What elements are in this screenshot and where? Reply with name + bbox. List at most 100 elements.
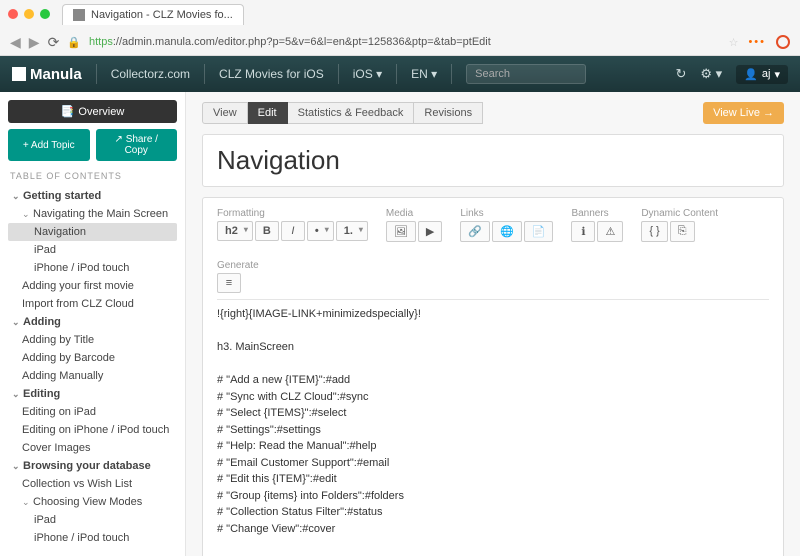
- page-title[interactable]: Navigation: [217, 145, 769, 176]
- tree-item-label: Adding Manually: [22, 370, 103, 382]
- tree-item-label: iPhone / iPod touch: [34, 262, 129, 274]
- tab-revisions[interactable]: Revisions: [414, 102, 483, 124]
- tab-bar: Navigation - CLZ Movies fo...: [0, 0, 800, 28]
- tree-item-label: Getting started: [23, 190, 101, 202]
- tree-item[interactable]: Editing on iPhone / iPod touch: [8, 421, 177, 439]
- opera-icon[interactable]: [776, 35, 790, 49]
- tree-item[interactable]: Editing on iPad: [8, 403, 177, 421]
- numbered-select[interactable]: 1.: [336, 221, 368, 241]
- snippet-button[interactable]: ⎘: [670, 221, 695, 242]
- chevron-down-icon: ⌄: [12, 461, 20, 472]
- tab-stats[interactable]: Statistics & Feedback: [288, 102, 415, 124]
- tree-item-label: iPad: [34, 244, 56, 256]
- user-menu[interactable]: 👤 aj ▾: [736, 65, 788, 84]
- editor-panel: Formatting h2 B I • 1. Media 🖼 ▶: [202, 197, 784, 556]
- heading-select[interactable]: h2: [217, 221, 253, 241]
- bold-button[interactable]: B: [255, 221, 279, 241]
- close-button[interactable]: [8, 9, 18, 19]
- chevron-down-icon: ⌄: [22, 497, 30, 508]
- chevron-down-icon: ⌄: [12, 317, 20, 328]
- link-button[interactable]: 🔗: [460, 221, 490, 242]
- lang-select[interactable]: EN ▾: [411, 67, 437, 81]
- warning-banner-button[interactable]: ⚠: [597, 221, 623, 242]
- topic-tree: ⌄Getting started⌄Navigating the Main Scr…: [8, 187, 177, 547]
- tree-item[interactable]: Adding by Title: [8, 331, 177, 349]
- tab-title: Navigation - CLZ Movies fo...: [91, 9, 233, 21]
- tree-item[interactable]: Adding your first movie: [8, 277, 177, 295]
- editor-toolbar: Formatting h2 B I • 1. Media 🖼 ▶: [217, 208, 769, 300]
- reload-button[interactable]: ⟳: [48, 34, 60, 51]
- back-button[interactable]: ◀: [10, 34, 21, 51]
- forward-button[interactable]: ▶: [29, 34, 40, 51]
- image-button[interactable]: 🖼: [386, 221, 416, 242]
- refresh-icon[interactable]: ↻: [676, 66, 687, 82]
- browser-chrome: Navigation - CLZ Movies fo... ◀ ▶ ⟳ 🔒 ht…: [0, 0, 800, 56]
- tree-item-label: Editing on iPhone / iPod touch: [22, 424, 169, 436]
- gear-icon[interactable]: ⚙ ▾: [700, 66, 722, 82]
- tree-item-label: Navigating the Main Screen: [33, 208, 168, 220]
- tree-item[interactable]: Adding Manually: [8, 367, 177, 385]
- tree-item[interactable]: ⌄Getting started: [8, 187, 177, 205]
- tree-item-label: Browsing your database: [23, 460, 151, 472]
- account-link[interactable]: Collectorz.com: [111, 67, 190, 81]
- overview-button[interactable]: 📑 Overview: [8, 100, 177, 123]
- book-icon: [12, 67, 26, 81]
- bullet-select[interactable]: •: [307, 221, 334, 241]
- tree-item-label: Choosing View Modes: [33, 496, 142, 508]
- video-button[interactable]: ▶: [418, 221, 442, 242]
- tree-item[interactable]: Collection vs Wish List: [8, 475, 177, 493]
- tree-item[interactable]: Navigation: [8, 223, 177, 241]
- toc-label: TABLE OF CONTENTS: [10, 171, 175, 181]
- tree-item[interactable]: ⌄Adding: [8, 313, 177, 331]
- tree-item-label: Navigation: [34, 226, 86, 238]
- app-header: Manula Collectorz.com CLZ Movies for iOS…: [0, 56, 800, 92]
- share-copy-button[interactable]: ↗ Share / Copy: [96, 129, 178, 161]
- tree-item[interactable]: Adding by Barcode: [8, 349, 177, 367]
- search-input[interactable]: Search: [466, 64, 586, 84]
- title-panel: Navigation: [202, 134, 784, 187]
- tree-item-label: Cover Images: [22, 442, 90, 454]
- tree-item-label: Adding by Barcode: [22, 352, 115, 364]
- lock-icon: 🔒: [67, 36, 81, 49]
- platform-select[interactable]: iOS ▾: [353, 67, 382, 81]
- tree-item[interactable]: ⌄Choosing View Modes: [8, 493, 177, 511]
- tree-item[interactable]: iPhone / iPod touch: [8, 529, 177, 547]
- tree-item[interactable]: iPad: [8, 241, 177, 259]
- code-button[interactable]: { }: [641, 221, 667, 242]
- tree-item-label: Adding: [23, 316, 61, 328]
- url-field[interactable]: https://admin.manula.com/editor.php?p=5&…: [89, 36, 721, 48]
- tree-item[interactable]: iPad: [8, 511, 177, 529]
- url-bar: ◀ ▶ ⟳ 🔒 https://admin.manula.com/editor.…: [0, 28, 800, 56]
- tree-item-label: Collection vs Wish List: [22, 478, 132, 490]
- sidebar: 📑 Overview + Add Topic ↗ Share / Copy TA…: [0, 92, 186, 556]
- menu-icon[interactable]: •••: [748, 36, 766, 48]
- product-link[interactable]: CLZ Movies for iOS: [219, 67, 324, 81]
- tree-item[interactable]: ⌄Browsing your database: [8, 457, 177, 475]
- italic-button[interactable]: I: [281, 221, 305, 241]
- browser-tab[interactable]: Navigation - CLZ Movies fo...: [62, 4, 244, 25]
- main-content: View Edit Statistics & Feedback Revision…: [186, 92, 800, 556]
- generate-button[interactable]: ≡: [217, 273, 241, 293]
- tree-item-label: iPad: [34, 514, 56, 526]
- tree-item[interactable]: ⌄Editing: [8, 385, 177, 403]
- tree-item-label: Adding by Title: [22, 334, 94, 346]
- tree-item[interactable]: Import from CLZ Cloud: [8, 295, 177, 313]
- chevron-down-icon: ⌄: [12, 389, 20, 400]
- minimize-button[interactable]: [24, 9, 34, 19]
- bookmark-icon[interactable]: ☆: [729, 36, 739, 49]
- tree-item[interactable]: Cover Images: [8, 439, 177, 457]
- view-live-button[interactable]: View Live →: [703, 102, 784, 124]
- info-banner-button[interactable]: ℹ: [571, 221, 595, 242]
- maximize-button[interactable]: [40, 9, 50, 19]
- window-controls: [8, 9, 50, 19]
- editor-textarea[interactable]: !{right}{IMAGE-LINK+minimizedspecially}!…: [217, 306, 769, 556]
- tree-item[interactable]: ⌄Navigating the Main Screen: [8, 205, 177, 223]
- tab-edit[interactable]: Edit: [248, 102, 288, 124]
- logo[interactable]: Manula: [12, 66, 82, 83]
- file-button[interactable]: 📄: [524, 221, 554, 242]
- globe-button[interactable]: 🌐: [492, 221, 522, 242]
- tab-view[interactable]: View: [202, 102, 248, 124]
- add-topic-button[interactable]: + Add Topic: [8, 129, 90, 161]
- tree-item-label: iPhone / iPod touch: [34, 532, 129, 544]
- tree-item[interactable]: iPhone / iPod touch: [8, 259, 177, 277]
